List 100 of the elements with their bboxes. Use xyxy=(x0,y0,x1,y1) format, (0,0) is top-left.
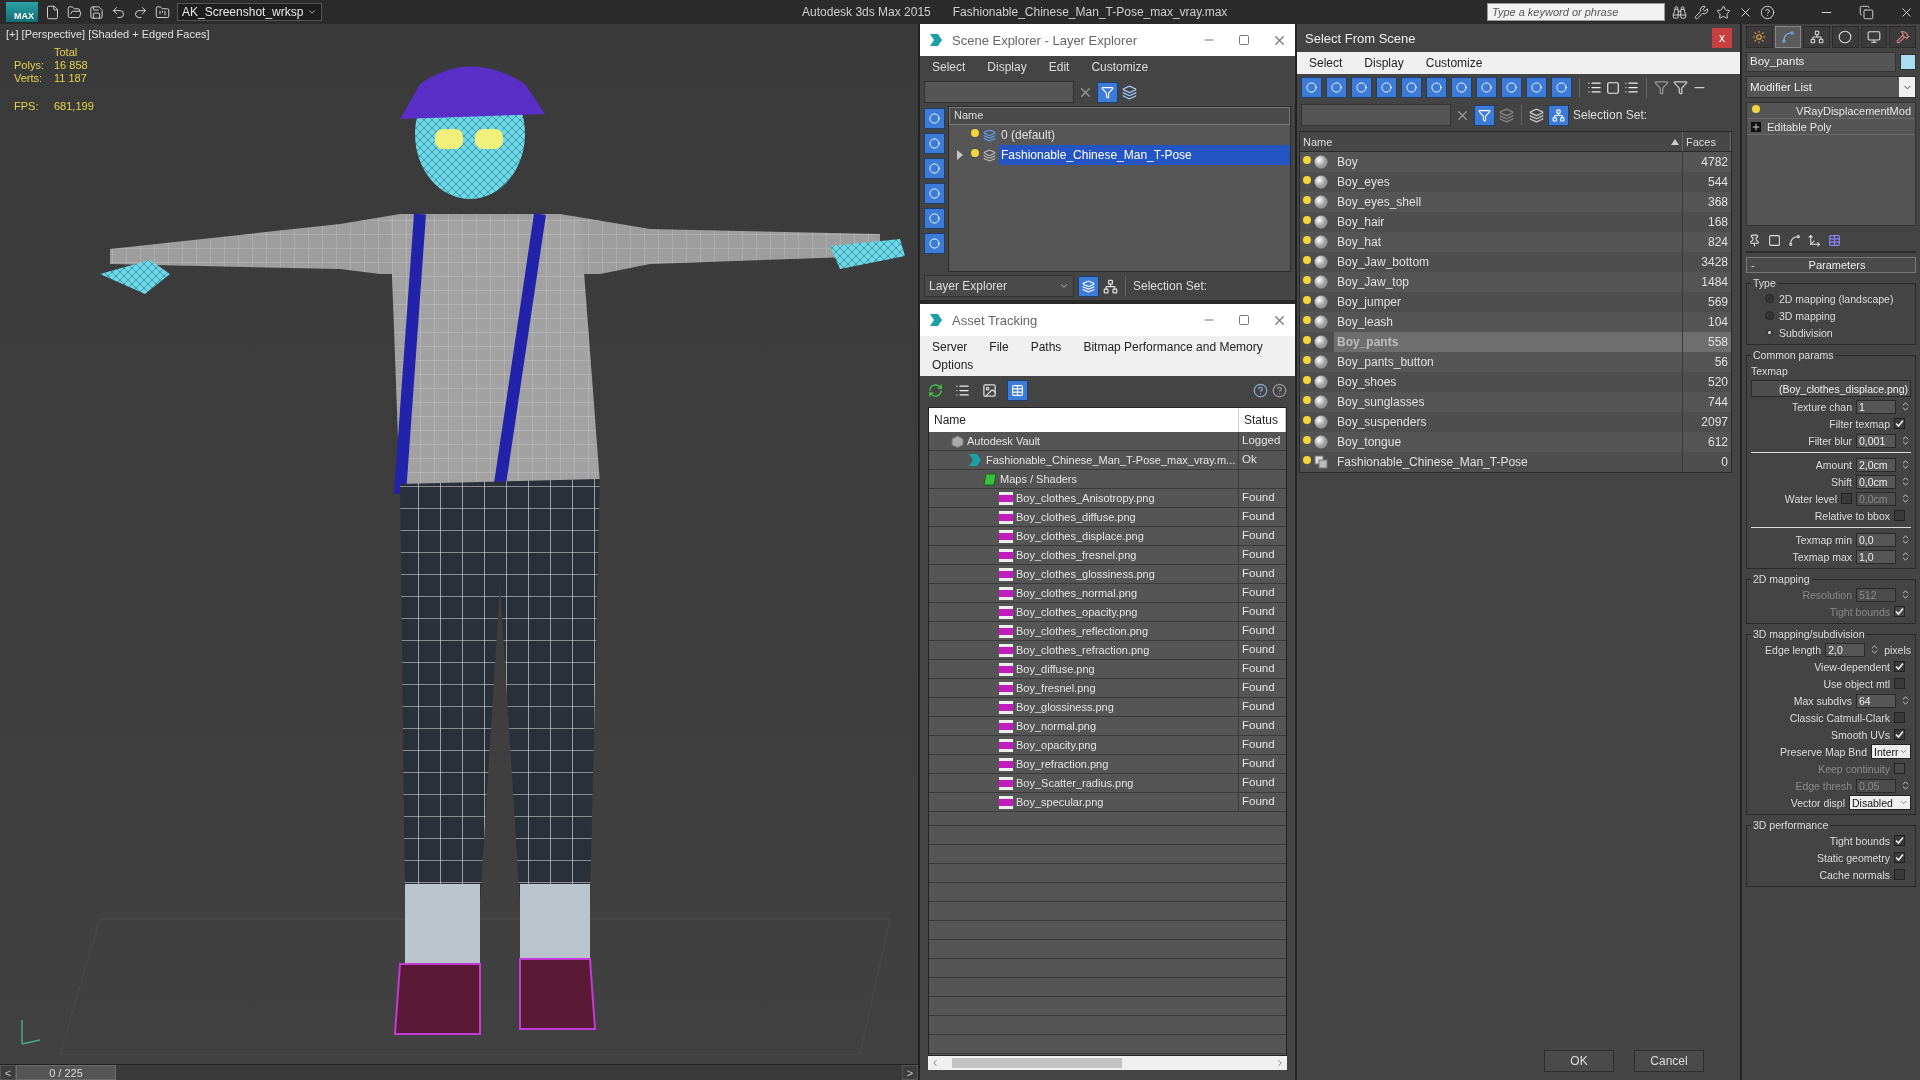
rollout-header[interactable]: - Parameters xyxy=(1746,257,1916,273)
asset-row[interactable]: Boy_clothes_reflection.png Found xyxy=(929,622,1286,641)
layers-icon[interactable] xyxy=(1529,107,1544,123)
dropdown[interactable]: Interr xyxy=(1871,744,1911,759)
lightbulb-icon[interactable] xyxy=(1302,415,1312,429)
hierarchy-button[interactable] xyxy=(1548,104,1569,126)
lightbulb-icon[interactable] xyxy=(1302,295,1312,309)
table-view-button[interactable] xyxy=(1007,380,1028,401)
asset-row[interactable]: Boy_glossiness.png Found xyxy=(929,698,1286,717)
wrench-icon[interactable] xyxy=(1694,4,1709,20)
modifier-stack-item[interactable]: Editable Poly xyxy=(1767,120,1832,133)
list-icon[interactable] xyxy=(1624,80,1639,95)
menu-item[interactable]: Select xyxy=(1309,56,1343,70)
maximize-icon[interactable] xyxy=(1238,34,1250,46)
spinner-arrows-icon[interactable] xyxy=(1900,589,1911,600)
layer-row[interactable]: Fashionable_Chinese_Man_T-Pose xyxy=(999,145,1290,165)
expand-icon[interactable] xyxy=(1751,121,1761,132)
object-filter-button[interactable] xyxy=(1326,77,1347,98)
asset-row[interactable]: Boy_diffuse.png Found xyxy=(929,660,1286,679)
asset-row[interactable]: Boy_opacity.png Found xyxy=(929,736,1286,755)
asset-row[interactable]: Boy_clothes_displace.png Found xyxy=(929,527,1286,546)
column-header[interactable]: Name xyxy=(949,107,1290,125)
object-filter-button[interactable] xyxy=(1451,77,1472,98)
app-logo[interactable]: MAX xyxy=(6,2,38,22)
workspace-dropdown[interactable]: AK_Screenshot_wrksp xyxy=(177,3,323,21)
asset-row[interactable]: Boy_clothes_refraction.png Found xyxy=(929,641,1286,660)
object-name-field[interactable]: Boy_pants xyxy=(1746,52,1896,72)
column-header[interactable]: Faces xyxy=(1683,132,1731,151)
list-icon[interactable] xyxy=(955,383,970,398)
expand-arrow-icon[interactable] xyxy=(957,150,963,160)
asset-row[interactable]: Boy_clothes_diffuse.png Found xyxy=(929,508,1286,527)
panel-tab[interactable] xyxy=(1803,26,1830,48)
asset-row[interactable]: Boy_clothes_opacity.png Found xyxy=(929,603,1286,622)
menu-item[interactable]: Options xyxy=(932,358,974,372)
menu-item[interactable]: Select xyxy=(932,60,966,74)
asset-row[interactable]: Boy_fresnel.png Found xyxy=(929,679,1286,698)
dropdown[interactable]: Disabled xyxy=(1849,795,1911,810)
asset-row[interactable]: Boy_specular.png Found xyxy=(929,793,1286,812)
redo-icon[interactable] xyxy=(133,4,148,20)
spinner-arrows-icon[interactable] xyxy=(1900,401,1911,412)
spinner-arrows-icon[interactable] xyxy=(1900,476,1911,487)
checkbox[interactable] xyxy=(1894,835,1905,846)
square-icon[interactable] xyxy=(1606,80,1620,95)
layer-row[interactable]: 0 (default) xyxy=(999,125,1290,145)
lightbulb-icon[interactable] xyxy=(1302,175,1312,189)
menu-item[interactable]: Display xyxy=(987,60,1027,74)
asset-row[interactable]: Boy_refraction.png Found xyxy=(929,755,1286,774)
asset-row[interactable]: Boy_Scatter_radius.png Found xyxy=(929,774,1286,793)
object-filter-button[interactable] xyxy=(924,108,945,129)
save-icon[interactable] xyxy=(89,4,104,20)
table-icon[interactable] xyxy=(1828,234,1841,247)
checkbox[interactable] xyxy=(1894,418,1905,429)
checkbox[interactable] xyxy=(1894,712,1905,723)
lightbulb-icon[interactable] xyxy=(1302,215,1312,229)
object-color-swatch[interactable] xyxy=(1900,54,1916,70)
spinner-arrows-icon[interactable] xyxy=(1900,695,1911,706)
panel-tab[interactable] xyxy=(1860,26,1888,48)
asset-row[interactable]: Fashionable_Chinese_Man_T-Pose_max_vray.m... Ok xyxy=(929,451,1286,470)
object-filter-button[interactable] xyxy=(1376,77,1397,98)
asset-row[interactable]: Boy_clothes_fresnel.png Found xyxy=(929,546,1286,565)
search-field[interactable]: Type a keyword or phrase xyxy=(1487,3,1665,21)
search-field[interactable] xyxy=(924,81,1074,103)
filter-button[interactable] xyxy=(1097,81,1118,103)
checkbox[interactable] xyxy=(1894,729,1905,740)
spinner-field[interactable]: 2,0 xyxy=(1825,642,1866,657)
image-icon[interactable] xyxy=(982,383,997,398)
menu-item[interactable]: Server xyxy=(932,340,968,354)
lightbulb-icon[interactable] xyxy=(1302,455,1312,469)
help-icon[interactable] xyxy=(1272,383,1287,398)
spinner-arrows-icon[interactable] xyxy=(1900,551,1911,562)
asset-row[interactable]: Maps / Shaders xyxy=(929,470,1286,489)
lightbulb-icon[interactable] xyxy=(1302,375,1312,389)
object-filter-button[interactable] xyxy=(924,133,945,154)
spinner-arrows-icon[interactable] xyxy=(1900,493,1911,504)
spinner-arrows-icon[interactable] xyxy=(1900,780,1911,791)
layers-button[interactable] xyxy=(1078,275,1099,297)
dialog-button[interactable]: OK xyxy=(1544,1050,1614,1072)
panel-tab[interactable] xyxy=(1832,26,1859,48)
object-filter-button[interactable] xyxy=(1301,77,1322,98)
filter-button[interactable] xyxy=(1474,104,1495,126)
spinner-field[interactable]: 0,001 xyxy=(1856,433,1896,448)
horizontal-scrollbar[interactable] xyxy=(928,1056,1287,1070)
checkbox[interactable] xyxy=(1894,510,1905,521)
radio-button[interactable] xyxy=(1765,328,1774,337)
checkbox[interactable] xyxy=(1894,869,1905,880)
radio-button[interactable] xyxy=(1765,311,1774,320)
move-icon[interactable] xyxy=(1808,234,1821,247)
spinner-field[interactable]: 0,0cm xyxy=(1856,474,1896,489)
object-name[interactable]: Fashionable_Chinese_Man_T-Pose xyxy=(1334,452,1683,472)
modifier-list-dropdown[interactable]: Modifier List xyxy=(1746,76,1916,98)
scrollbar-thumb[interactable] xyxy=(952,1058,1122,1068)
asset-row[interactable]: Boy_normal.png Found xyxy=(929,717,1286,736)
object-filter-button[interactable] xyxy=(1526,77,1547,98)
filter-icon[interactable] xyxy=(1654,80,1669,95)
asset-row[interactable]: Boy_clothes_glossiness.png Found xyxy=(929,565,1286,584)
radio-button[interactable] xyxy=(1765,294,1774,303)
help-icon[interactable] xyxy=(1760,4,1775,20)
panel-tab[interactable] xyxy=(1746,26,1773,48)
checkbox[interactable] xyxy=(1894,852,1905,863)
object-filter-button[interactable] xyxy=(1351,77,1372,98)
